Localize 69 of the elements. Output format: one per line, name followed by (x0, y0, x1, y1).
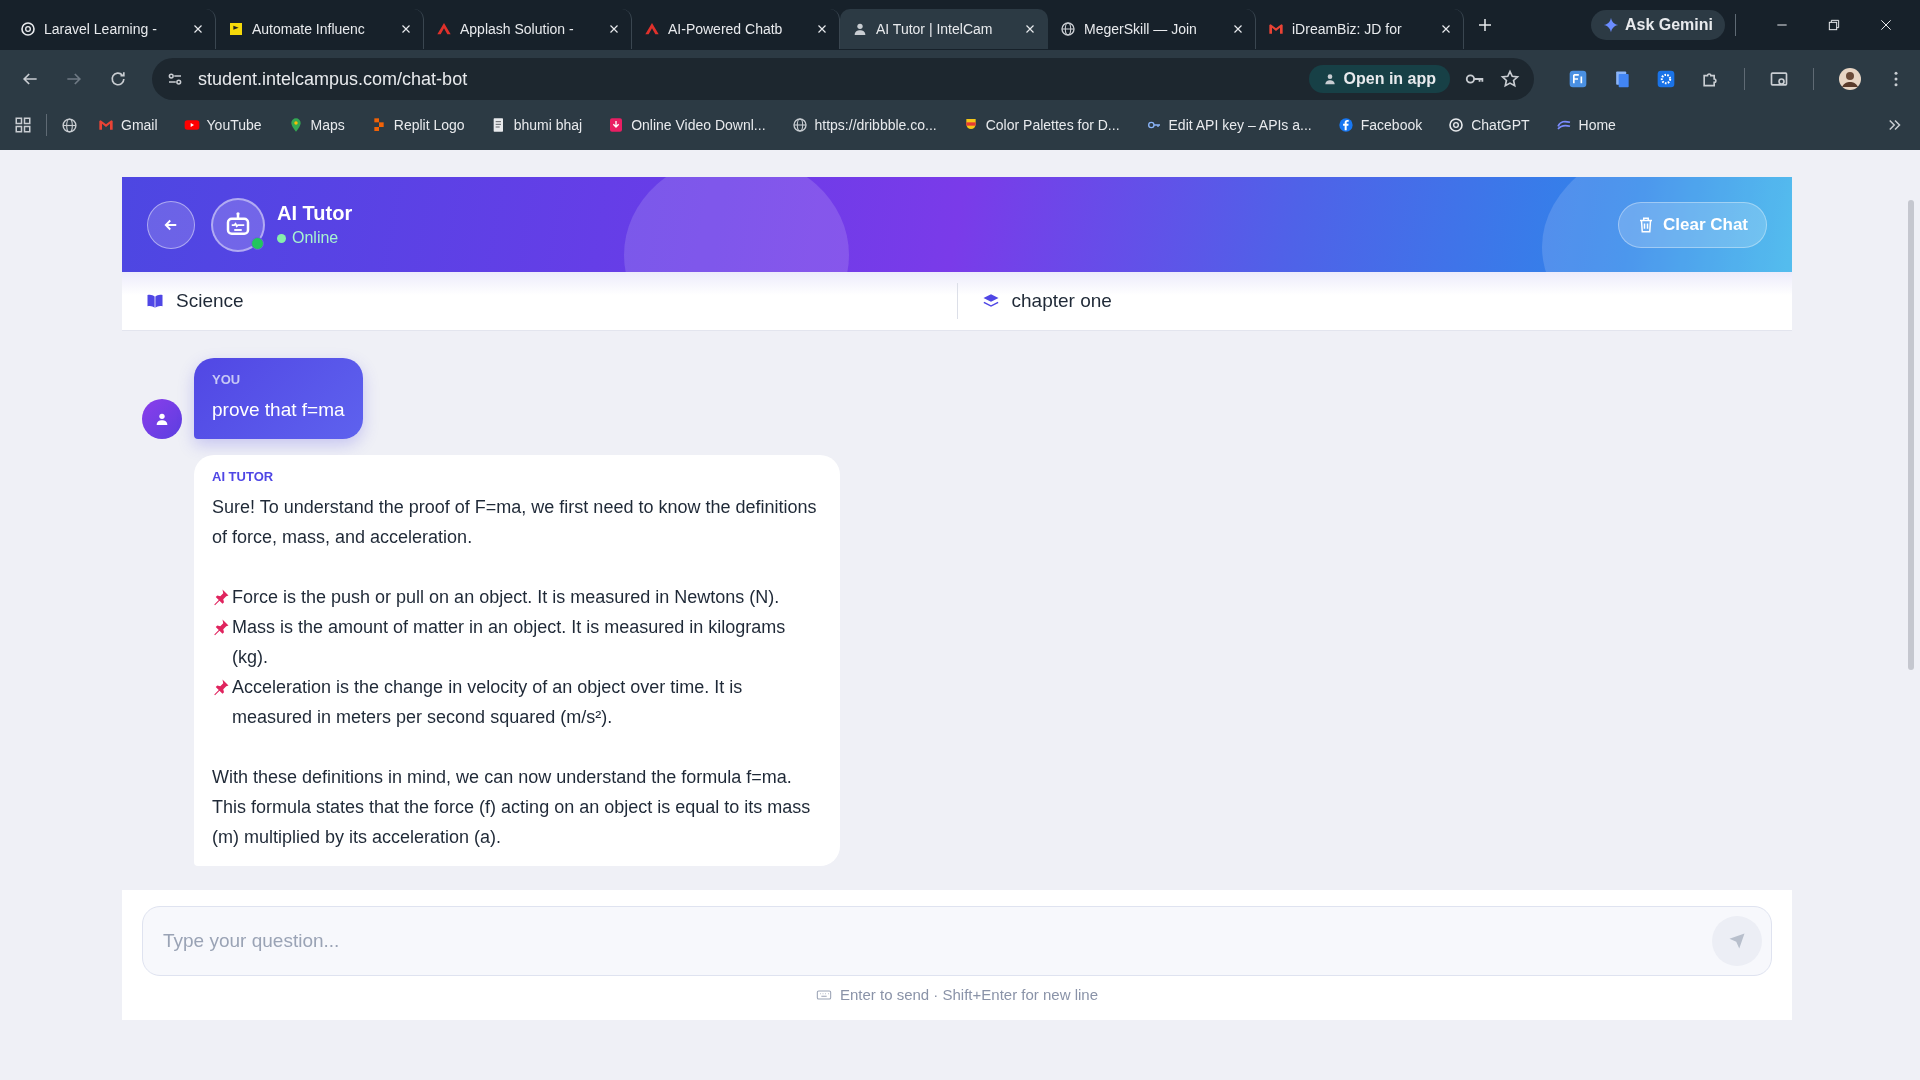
peak-icon (644, 21, 660, 37)
subject-label: Science (176, 290, 244, 312)
status-text: Online (292, 229, 339, 247)
message-text: Sure! To understand the proof of F=ma, we first need to know the definitions of force, mass, and acceleration. (212, 496, 818, 549)
question-input[interactable]: Type your question... (142, 906, 1772, 976)
book-icon (146, 292, 164, 310)
mail-icon (98, 117, 114, 133)
message-text: Acceleration is the change in velocity of an object over time. It is measured in meters per second squared (m/s²). (232, 676, 744, 729)
chapter-label: chapter one (1011, 290, 1112, 312)
keyboard-hint: Enter to send · Shift+Enter for new line (839, 986, 1099, 1003)
open-in-app-button[interactable]: Open in app (1308, 65, 1450, 93)
bookmark[interactable]: ChatGPT (1442, 117, 1536, 133)
apps-grid-icon[interactable] (14, 116, 32, 134)
star-icon[interactable] (1500, 69, 1520, 89)
flag-icon (228, 21, 244, 37)
mail-icon (1268, 21, 1284, 37)
chat-title: AI Tutor (277, 202, 353, 225)
url-text: student.intelcampus.com/chat-bot (198, 68, 468, 90)
send-icon (1728, 932, 1746, 950)
message-text: Mass is the amount of matter in an object. It is measured in kilograms (kg). (232, 616, 787, 669)
browser-tab[interactable]: iDreamBiz: JD for (1256, 9, 1464, 49)
bookmark[interactable]: Home (1549, 117, 1622, 133)
message-author: YOU (212, 372, 242, 387)
pushpin-icon (212, 678, 230, 696)
message-text: prove that f=ma (212, 398, 345, 422)
browser-tab[interactable]: Applash Solution - (424, 9, 632, 49)
ask-gemini-button[interactable]: Ask Gemini (1590, 10, 1725, 40)
close-icon[interactable] (1878, 17, 1894, 33)
browser-tab[interactable]: Automate Influenc (216, 9, 424, 49)
bookmark[interactable]: bhumi bhaj (484, 117, 589, 133)
scrollbar-thumb[interactable] (1908, 200, 1914, 670)
bookmark[interactable]: YouTube (177, 117, 268, 133)
circle-logo-icon (1337, 117, 1354, 133)
person-icon (154, 411, 170, 427)
person-icon (852, 21, 868, 37)
message-text: With these definitions in mind, we can now understand the formula f=ma. This formula states that the force (f) acting on an object is equal to its mass (m) multiplied by its acceleration (a). (212, 766, 812, 849)
address-bar[interactable]: student.intelcampus.com/chat-bot Open in app (152, 58, 1534, 100)
message-text: Force is the push or pull on an object. It is measured in Newtons (N). (232, 586, 780, 609)
bookmark[interactable]: Color Palettes for D... (956, 117, 1126, 133)
bookmark[interactable]: Gmail (92, 117, 164, 133)
pushpin-icon (212, 588, 230, 606)
reload-icon[interactable] (108, 69, 128, 89)
globe-icon (61, 116, 78, 134)
site-settings-icon[interactable] (166, 70, 184, 88)
browser-tab[interactable]: MegerSkill — Join (1048, 9, 1256, 49)
download-icon (608, 117, 625, 133)
tab-search-icon[interactable] (1769, 69, 1789, 89)
person-icon (1322, 72, 1337, 86)
sparkle-icon (1602, 17, 1619, 33)
globe-icon (791, 117, 808, 133)
back-button[interactable] (147, 200, 195, 249)
browser-tab[interactable]: AI Tutor | IntelCam (840, 9, 1048, 49)
bookmark[interactable]: Edit API key – APIs a... (1139, 117, 1318, 133)
peak-icon (436, 21, 452, 37)
extension-tile-icon[interactable] (1568, 69, 1588, 89)
bookmark[interactable]: Facebook (1331, 117, 1429, 133)
bookmark[interactable]: Replit Logo (364, 117, 471, 133)
restore-icon[interactable] (1826, 17, 1842, 33)
bookmark[interactable]: Maps (281, 117, 351, 133)
gear-icon[interactable] (1656, 69, 1676, 89)
avatar-icon[interactable] (1838, 67, 1862, 91)
bookmark[interactable]: Online Video Downl... (602, 117, 772, 133)
plus-icon[interactable] (1476, 16, 1494, 34)
bookmark[interactable]: https://dribbble.co... (785, 117, 943, 133)
play-icon (183, 117, 200, 133)
pushpin-icon (212, 618, 230, 636)
message-author: AI TUTOR (212, 469, 275, 484)
browser-tab[interactable]: Laravel Learning - (8, 9, 216, 49)
globe-icon (1060, 21, 1076, 37)
